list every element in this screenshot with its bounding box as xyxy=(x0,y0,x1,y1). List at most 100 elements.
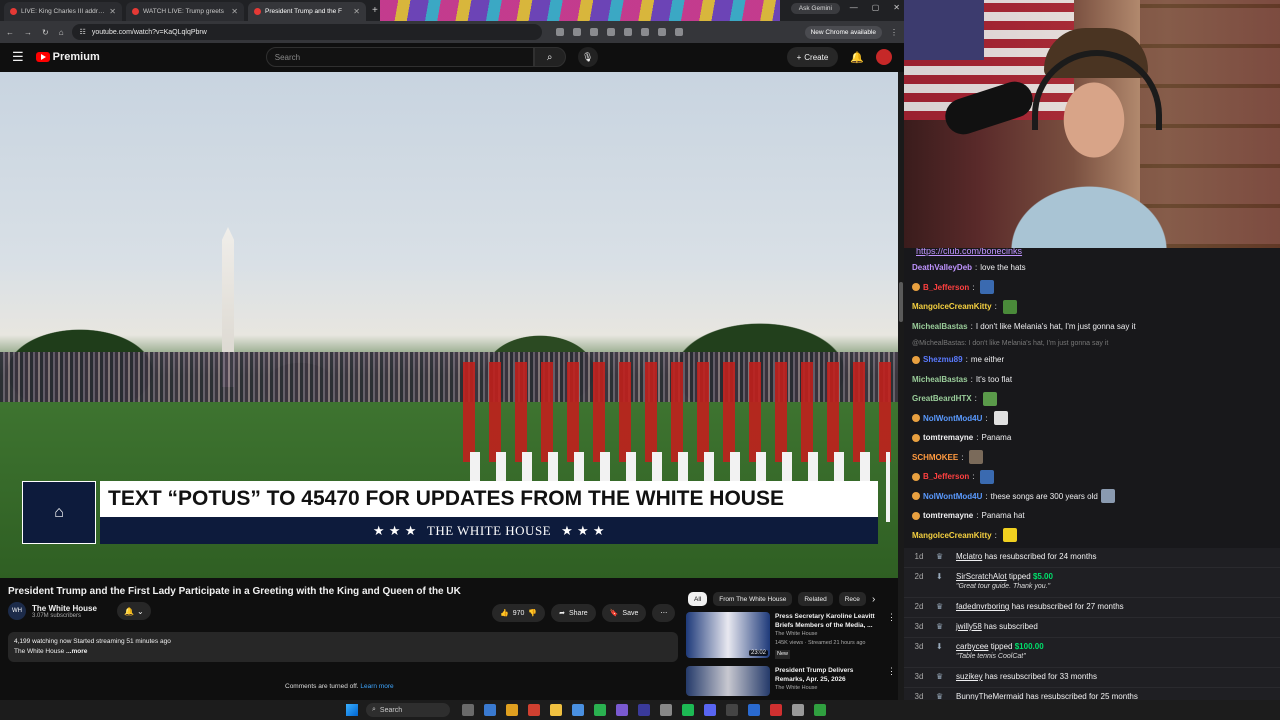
event-username[interactable]: jwilly58 xyxy=(956,622,982,631)
more-vertical-icon[interactable]: ⋮ xyxy=(887,612,896,659)
menu-kebab-icon[interactable]: ⋮ xyxy=(890,28,898,37)
close-tab-icon[interactable]: ✕ xyxy=(353,7,360,16)
more-vertical-icon[interactable]: ⋮ xyxy=(887,666,896,696)
app-icon[interactable] xyxy=(616,704,628,716)
share-button[interactable]: ➦ Share xyxy=(551,604,596,622)
pinned-link[interactable]: https://club.com/bonecinks xyxy=(916,248,1280,256)
event-username[interactable]: carbycee xyxy=(956,642,988,651)
thumbs-up-icon[interactable]: 👍 xyxy=(500,609,509,617)
app-icon[interactable] xyxy=(572,704,584,716)
chrome-icon[interactable] xyxy=(506,704,518,716)
browser-tab[interactable]: WATCH LIVE: Trump greets ✕ xyxy=(126,2,244,21)
learn-more-link[interactable]: Learn more xyxy=(360,683,393,690)
minimize-icon[interactable]: — xyxy=(850,3,858,12)
forward-icon[interactable]: → xyxy=(24,28,32,37)
chat-username[interactable]: GreatBeardHTX xyxy=(912,394,972,403)
description-box[interactable]: 4,199 watching now Started streaming 51 … xyxy=(8,632,678,662)
chat-username[interactable]: MangoIceCreamKitty xyxy=(912,531,992,540)
extension-icon[interactable] xyxy=(572,28,581,36)
edge-icon[interactable] xyxy=(484,704,496,716)
subscription-bell-button[interactable]: 🔔 ⌄ xyxy=(116,602,151,620)
youtube-logo[interactable]: Premium xyxy=(35,51,100,63)
recommendation-item[interactable]: 23:02 Press Secretary Karoline Leavitt B… xyxy=(686,612,896,659)
search-button[interactable]: ⌕ xyxy=(533,47,566,67)
windows-start-icon[interactable] xyxy=(346,704,358,716)
home-icon[interactable]: ⌂ xyxy=(59,28,64,37)
show-more-link[interactable]: ...more xyxy=(66,648,87,655)
extension-icon[interactable] xyxy=(674,28,683,36)
chat-username[interactable]: NolWontMod4U xyxy=(923,492,982,501)
chip-related[interactable]: Related xyxy=(798,592,833,606)
notifications-bell-icon[interactable]: 🔔 xyxy=(850,51,864,64)
file-explorer-icon[interactable] xyxy=(550,704,562,716)
discord-icon[interactable] xyxy=(704,704,716,716)
obs-icon[interactable] xyxy=(726,704,738,716)
chip-all[interactable]: All xyxy=(688,592,708,606)
event-username[interactable]: BunnyTheMermaid xyxy=(956,692,1024,700)
back-icon[interactable]: ← xyxy=(6,28,14,37)
chip-from-channel[interactable]: From The White House xyxy=(713,592,793,606)
chat-username[interactable]: B_Jefferson xyxy=(923,472,969,481)
chat-username[interactable]: tomtremayne xyxy=(923,433,973,442)
ask-gemini-button[interactable]: Ask Gemini xyxy=(790,3,840,14)
event-username[interactable]: fadednvrboring xyxy=(956,602,1009,611)
close-tab-icon[interactable]: ✕ xyxy=(109,7,116,16)
new-tab-icon[interactable]: + xyxy=(372,5,378,16)
app-icon[interactable] xyxy=(528,704,540,716)
browser-tab[interactable]: LIVE: King Charles III addresses ✕ xyxy=(4,2,122,21)
more-actions-button[interactable]: ⋯ xyxy=(652,604,676,622)
extension-icon[interactable] xyxy=(623,28,632,36)
chat-username[interactable]: NolWontMod4U xyxy=(923,414,982,423)
app-icon[interactable] xyxy=(638,704,650,716)
chip-recent[interactable]: Rece xyxy=(838,592,866,606)
recommendation-item[interactable]: President Trump Delivers Remarks, Apr. 2… xyxy=(686,666,896,696)
chat-username[interactable]: MangoIceCreamKitty xyxy=(912,302,992,311)
video-thumbnail[interactable]: 23:02 xyxy=(686,612,770,658)
create-button[interactable]: + Create xyxy=(786,47,839,67)
extension-icon[interactable] xyxy=(657,28,666,36)
taskbar-search[interactable]: ⌕ Search xyxy=(366,703,450,717)
event-username[interactable]: suzikey xyxy=(956,672,983,681)
hamburger-menu-icon[interactable]: ☰ xyxy=(12,49,24,65)
chat-username[interactable]: SCHMOKEE xyxy=(912,453,958,462)
extension-icon[interactable] xyxy=(589,28,598,36)
close-icon[interactable]: ✕ xyxy=(893,3,900,12)
task-view-icon[interactable] xyxy=(462,704,474,716)
event-username[interactable]: SirScratchAlot xyxy=(956,572,1007,581)
close-tab-icon[interactable]: ✕ xyxy=(231,7,238,16)
app-icon[interactable] xyxy=(748,704,760,716)
event-username[interactable]: Mclatro xyxy=(956,552,982,561)
app-icon[interactable] xyxy=(792,704,804,716)
site-info-icon[interactable]: ☷ xyxy=(80,28,86,36)
chat-username[interactable]: MichealBastas xyxy=(912,322,968,331)
chat-username[interactable]: B_Jefferson xyxy=(923,283,969,292)
recommendation-title[interactable]: President Trump Delivers Remarks, Apr. 2… xyxy=(775,666,882,684)
channel-name[interactable]: The White House xyxy=(32,604,97,613)
recommendation-title[interactable]: Press Secretary Karoline Leavitt Briefs … xyxy=(775,612,882,630)
chevron-right-icon[interactable]: › xyxy=(872,594,875,605)
address-bar[interactable]: ☷ youtube.com/watch?v=KaQLqlqPbrw xyxy=(71,24,542,40)
like-dislike-button[interactable]: 👍 970 👎 xyxy=(492,604,546,622)
app-icon[interactable] xyxy=(660,704,672,716)
chat-username[interactable]: Shezmu89 xyxy=(923,355,963,364)
reload-icon[interactable]: ↻ xyxy=(42,28,49,37)
save-button[interactable]: 🔖 Save xyxy=(601,604,647,622)
app-icon[interactable] xyxy=(594,704,606,716)
app-icon[interactable] xyxy=(814,704,826,716)
thumbs-down-icon[interactable]: 👎 xyxy=(528,609,537,617)
app-icon[interactable] xyxy=(770,704,782,716)
spotify-icon[interactable] xyxy=(682,704,694,716)
voice-search-button[interactable]: 🎙 xyxy=(577,47,598,67)
scrollbar-thumb[interactable] xyxy=(899,282,903,322)
video-thumbnail[interactable] xyxy=(686,666,770,696)
extension-icon[interactable] xyxy=(555,28,564,36)
search-input[interactable]: Search xyxy=(265,47,534,67)
extension-icon[interactable] xyxy=(606,28,615,36)
extension-icon[interactable] xyxy=(640,28,649,36)
account-avatar[interactable] xyxy=(876,49,892,65)
chat-username[interactable]: DeathValleyDeb xyxy=(912,263,972,272)
browser-tab-active[interactable]: President Trump and the F ✕ xyxy=(248,2,366,21)
chat-username[interactable]: MichealBastas xyxy=(912,375,968,384)
video-player[interactable]: ⌂ TEXT “POTUS” TO 45470 FOR UPDATES FROM… xyxy=(0,72,898,578)
channel-avatar[interactable]: WH xyxy=(8,602,26,620)
